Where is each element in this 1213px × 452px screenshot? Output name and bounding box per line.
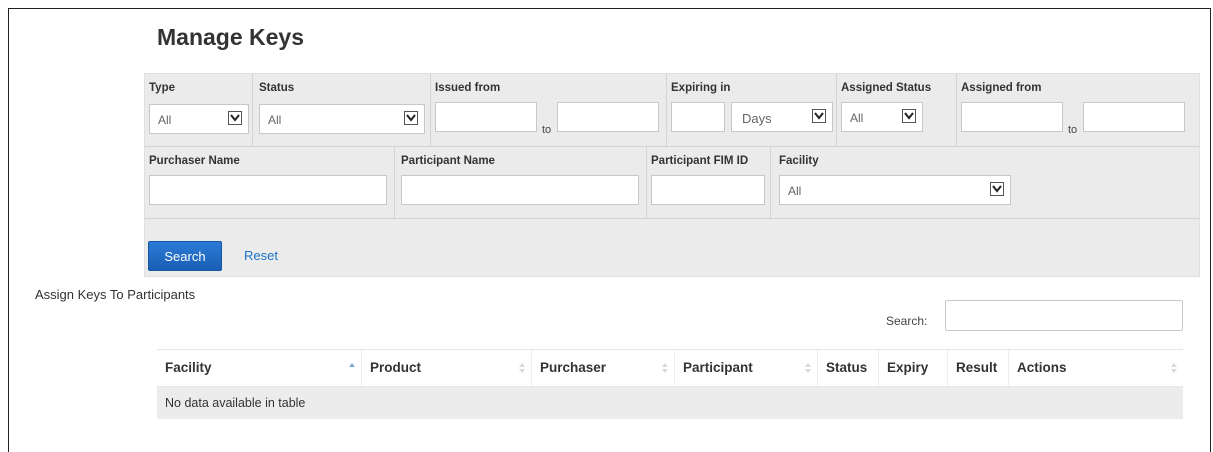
status-label: Status: [259, 82, 295, 94]
status-select-value: All: [268, 113, 282, 127]
empty-table-message: No data available in table: [165, 396, 306, 410]
column-header-product[interactable]: Product: [362, 350, 532, 386]
issued-from-input[interactable]: [435, 102, 537, 132]
issued-from-label: Issued from: [435, 82, 501, 94]
facility-select[interactable]: All: [779, 175, 1011, 205]
reset-link[interactable]: Reset: [244, 248, 278, 263]
type-filter-cell: Type All: [145, 74, 253, 146]
type-select[interactable]: All: [149, 104, 249, 134]
participant-name-cell: Participant Name: [395, 147, 647, 218]
participant-name-label: Participant Name: [401, 155, 495, 167]
sort-ascending-icon: [349, 363, 355, 367]
chevron-down-icon: [404, 111, 418, 125]
table-search-input[interactable]: [945, 300, 1183, 331]
column-header-status[interactable]: Status: [818, 350, 879, 386]
search-button[interactable]: Search: [148, 241, 222, 271]
column-label: Purchaser: [540, 360, 607, 375]
column-label: Expiry: [887, 360, 929, 375]
column-label: Status: [826, 360, 868, 375]
column-header-result[interactable]: Result: [948, 350, 1009, 386]
sort-icon: [1171, 363, 1177, 373]
table-search-label: Search:: [886, 314, 928, 328]
table-header: Facility Product Purchaser Participant S…: [157, 349, 1183, 387]
assigned-status-label: Assigned Status: [841, 82, 932, 94]
participant-fim-id-cell: Participant FIM ID: [647, 147, 771, 218]
row-divider: [145, 218, 1199, 219]
expiring-in-label: Expiring in: [671, 82, 731, 94]
column-header-participant[interactable]: Participant: [675, 350, 818, 386]
column-header-facility[interactable]: Facility: [157, 350, 362, 386]
sort-icon: [519, 363, 525, 373]
assigned-from-cell: Assigned from to: [957, 74, 1199, 146]
assigned-to-input[interactable]: [1083, 102, 1185, 132]
issued-to-input[interactable]: [557, 102, 659, 132]
expiring-unit-select[interactable]: Days: [731, 102, 833, 132]
assigned-to-label: to: [1068, 124, 1078, 136]
sort-icon: [662, 363, 668, 373]
purchaser-name-cell: Purchaser Name: [145, 147, 395, 218]
assign-keys-link[interactable]: Assign Keys To Participants: [35, 287, 195, 302]
column-label: Product: [370, 360, 422, 375]
assigned-status-cell: Assigned Status All: [837, 74, 957, 146]
facility-select-value: All: [788, 184, 802, 198]
column-label: Facility: [165, 360, 212, 375]
assigned-from-input[interactable]: [961, 102, 1063, 132]
assigned-status-value: All: [850, 111, 864, 125]
chevron-down-icon: [902, 109, 916, 123]
chevron-down-icon: [990, 182, 1004, 196]
chevron-down-icon: [812, 109, 826, 123]
column-label: Result: [956, 360, 998, 375]
purchaser-name-input[interactable]: [149, 175, 387, 205]
facility-filter-cell: Facility All: [771, 147, 1199, 218]
expiring-in-cell: Expiring in Days: [667, 74, 837, 146]
column-label: Actions: [1017, 360, 1067, 375]
type-select-value: All: [158, 113, 172, 127]
type-label: Type: [149, 82, 175, 94]
assigned-status-select[interactable]: All: [841, 102, 923, 132]
participant-fim-id-input[interactable]: [651, 175, 765, 205]
status-filter-cell: Status All: [253, 74, 431, 146]
purchaser-name-label: Purchaser Name: [149, 155, 240, 167]
column-header-expiry[interactable]: Expiry: [879, 350, 948, 386]
assigned-from-label: Assigned from: [961, 82, 1042, 94]
column-header-actions[interactable]: Actions: [1009, 350, 1183, 386]
participant-name-input[interactable]: [401, 175, 639, 205]
participant-fim-id-label: Participant FIM ID: [651, 155, 749, 167]
sort-icon: [805, 363, 811, 373]
status-select[interactable]: All: [259, 104, 425, 134]
issued-from-cell: Issued from to: [431, 74, 667, 146]
column-header-purchaser[interactable]: Purchaser: [532, 350, 675, 386]
filter-panel: Type All Status All Issued from to Expir…: [144, 73, 1200, 277]
table-row: No data available in table: [157, 387, 1183, 419]
issued-to-label: to: [542, 124, 552, 136]
expiring-in-input[interactable]: [671, 102, 725, 132]
chevron-down-icon: [228, 111, 242, 125]
expiring-unit-value: Days: [742, 111, 772, 126]
facility-label: Facility: [779, 155, 819, 167]
page-title: Manage Keys: [157, 24, 305, 50]
column-label: Participant: [683, 360, 753, 375]
